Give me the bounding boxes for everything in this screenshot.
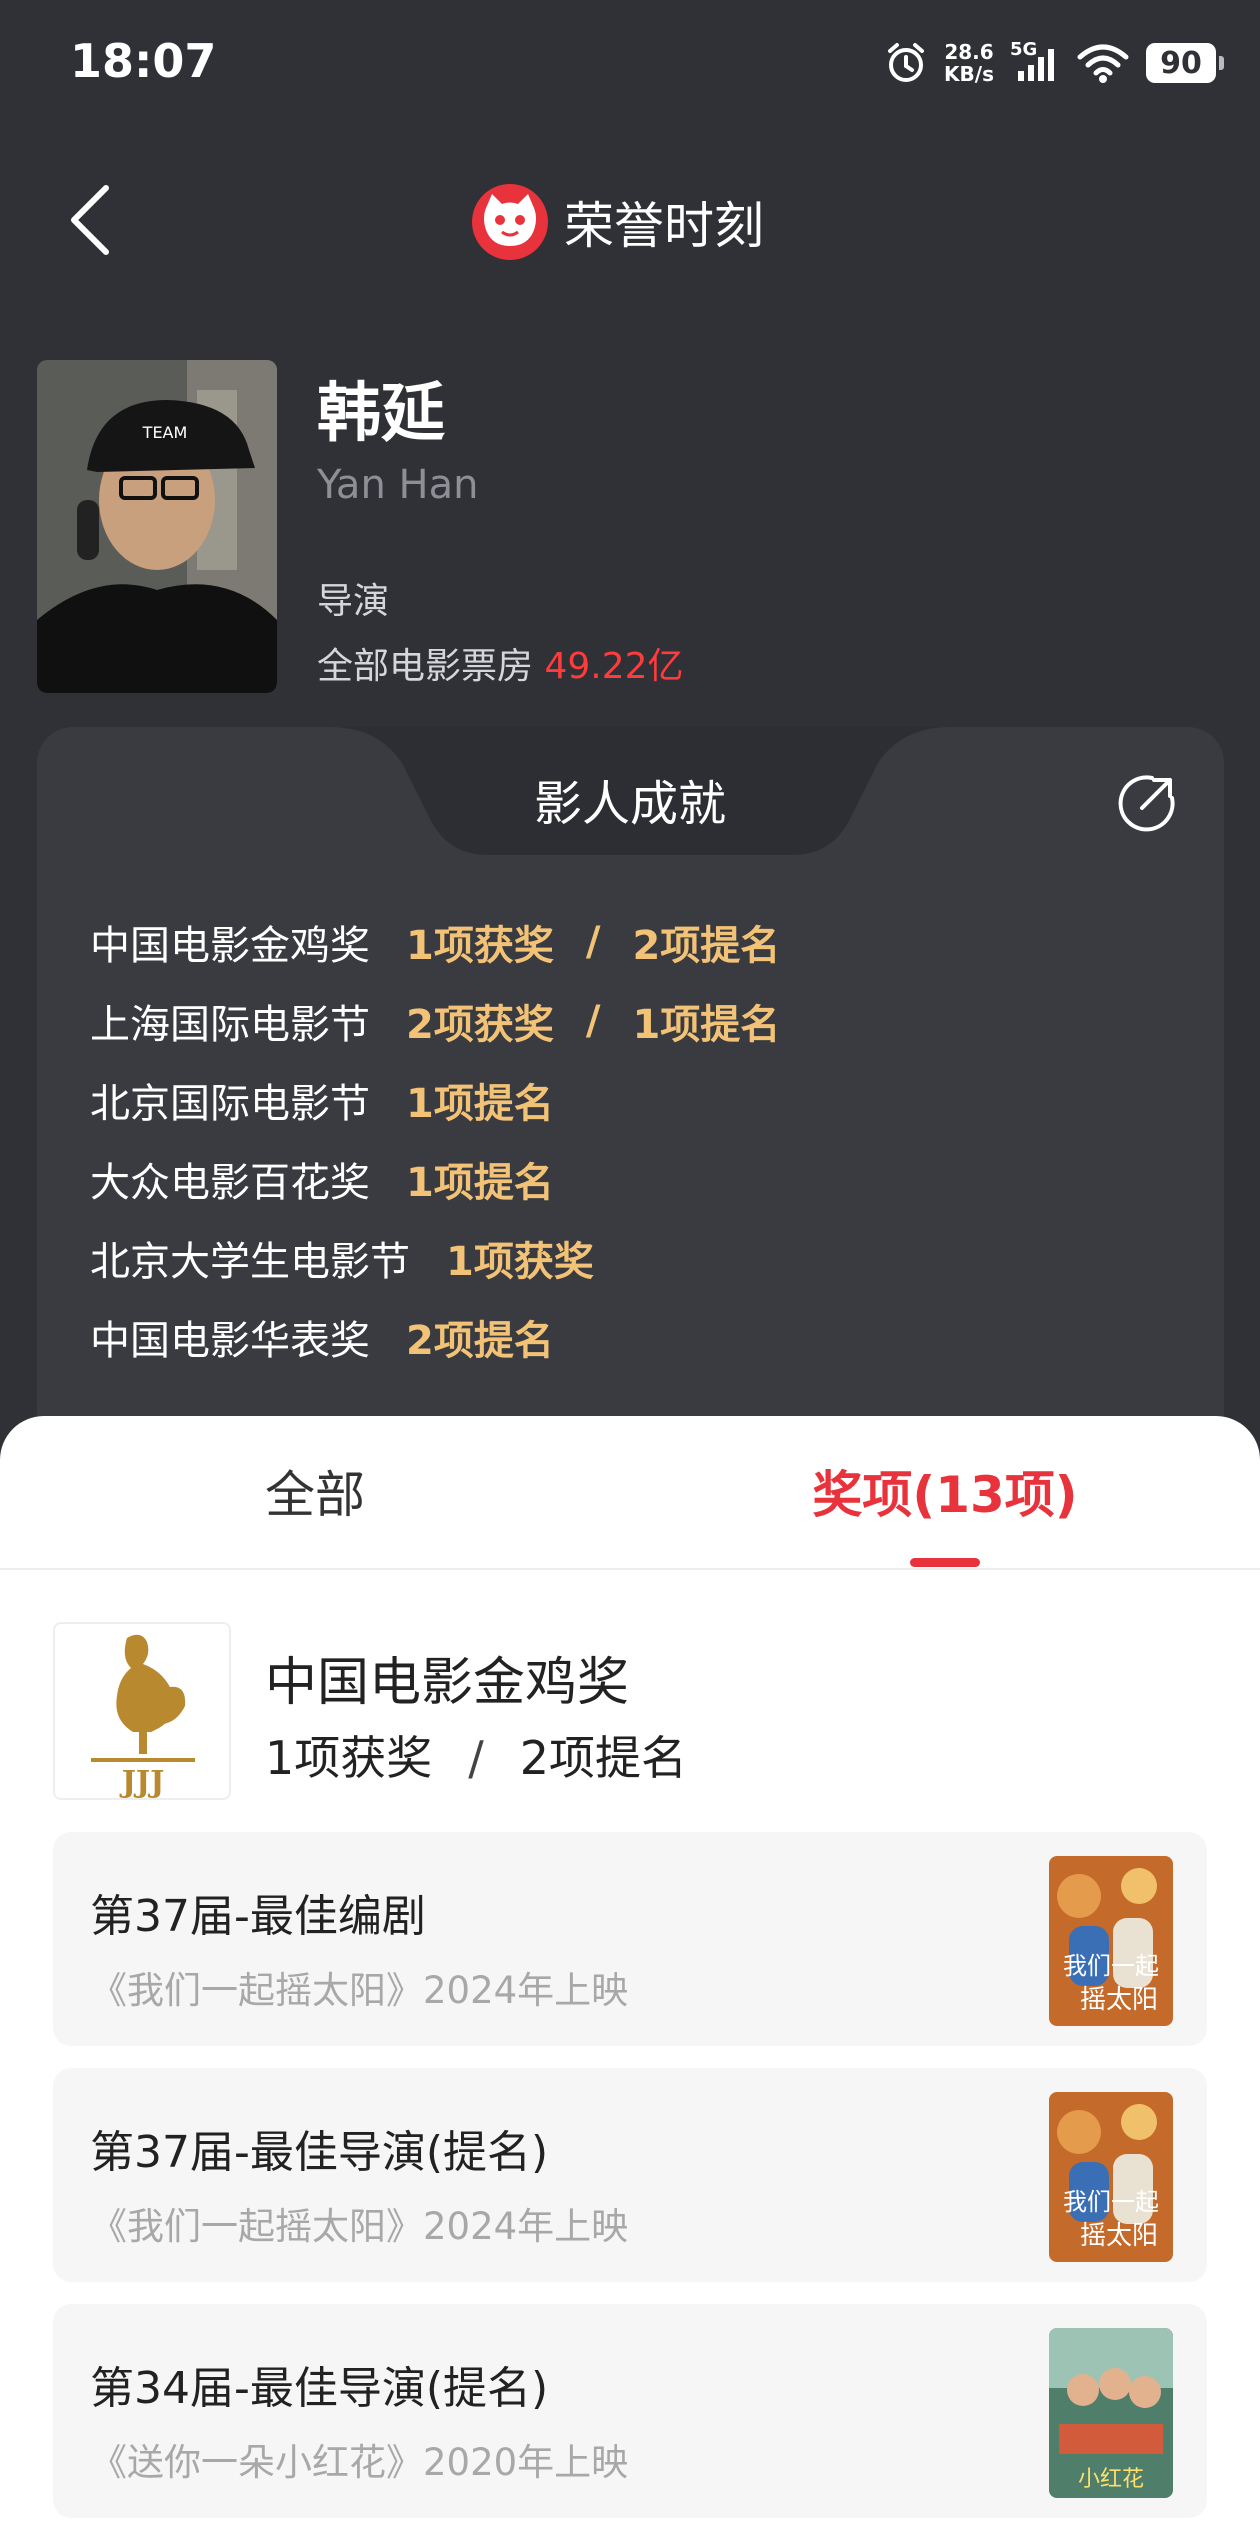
svg-text:我们一起: 我们一起 <box>1063 1952 1159 1980</box>
achievement-row: 北京国际电影节 1项提名 <box>90 1080 554 1127</box>
box-office-value: 49.22亿 <box>544 646 684 687</box>
network-speed: 28.6 KB/s <box>944 40 994 86</box>
festival-summary: 1项获奖/2项提名 <box>265 1731 688 1785</box>
award-film: 《我们一起摇太阳》2024年上映 <box>90 1969 629 2012</box>
award-title: 第37届-最佳导演(提名) <box>90 2127 549 2178</box>
svg-text:我们一起: 我们一起 <box>1063 2188 1159 2216</box>
achievement-row: 中国电影金鸡奖 1项获奖 / 2项提名 <box>90 918 781 969</box>
person-name: 韩延 <box>317 377 445 451</box>
person-english-name: Yan Han <box>317 462 479 508</box>
header-brand: 荣誉时刻 <box>470 182 764 262</box>
box-office-total: 全部电影票房 49.22亿 <box>317 646 684 687</box>
award-title: 第34届-最佳导演(提名) <box>90 2363 549 2414</box>
svg-text:TEAM: TEAM <box>142 423 188 442</box>
award-title: 第37届-最佳编剧 <box>90 1891 426 1942</box>
film-poster: 小红花 <box>1049 2328 1173 2498</box>
person-role: 导演 <box>317 581 390 622</box>
battery-indicator: 90 <box>1146 43 1224 83</box>
tab-divider <box>0 1568 1260 1570</box>
award-item[interactable]: 第37届-最佳编剧 《我们一起摇太阳》2024年上映 我们一起 摇太阳 <box>53 1832 1207 2046</box>
tab-awards[interactable]: 奖项(13项) <box>630 1455 1260 1527</box>
award-item[interactable]: 第34届-最佳导演(提名) 《送你一朵小红花》2020年上映 小红花 <box>53 2304 1207 2518</box>
svg-text:摇太阳: 摇太阳 <box>1080 1985 1158 2015</box>
film-poster: 我们一起 摇太阳 <box>1049 1856 1173 2026</box>
back-arrow-icon[interactable] <box>62 180 122 260</box>
svg-text:小红花: 小红花 <box>1078 2467 1144 2492</box>
achievement-row: 大众电影百花奖 1项提名 <box>90 1159 554 1206</box>
avatar: TEAM <box>37 360 277 693</box>
achievements-list: 中国电影金鸡奖 1项获奖 / 2项提名 上海国际电影节 2项获奖 / 1项提名 … <box>90 902 780 1376</box>
award-item[interactable]: 第37届-最佳导演(提名) 《我们一起摇太阳》2024年上映 我们一起 摇太阳 <box>53 2068 1207 2282</box>
status-time: 18:07 <box>70 34 217 88</box>
festival-name: 中国电影金鸡奖 <box>265 1653 630 1713</box>
page-title: 荣誉时刻 <box>564 197 764 255</box>
maoyan-cat-logo-icon <box>472 184 548 260</box>
tab-all[interactable]: 全部 <box>0 1455 630 1527</box>
svg-text:摇太阳: 摇太阳 <box>1080 2221 1158 2251</box>
active-tab-indicator <box>910 1558 980 1567</box>
status-icons: 28.6 KB/s 5G 90 <box>884 38 1224 88</box>
achievement-row: 上海国际电影节 2项获奖 / 1项提名 <box>90 997 781 1048</box>
achievements-title: 影人成就 <box>533 776 726 832</box>
alarm-icon <box>888 43 925 82</box>
golden-rooster-logo: JJJ <box>53 1622 231 1800</box>
wifi-icon <box>1077 44 1129 83</box>
signal-icon: 5G <box>1010 39 1060 85</box>
svg-text:JJJ: JJJ <box>119 1765 165 1798</box>
award-film: 《我们一起摇太阳》2024年上映 <box>90 2205 629 2248</box>
award-film: 《送你一朵小红花》2020年上映 <box>90 2441 629 2484</box>
film-poster: 我们一起 摇太阳 <box>1049 2092 1173 2262</box>
share-icon[interactable] <box>1118 772 1178 832</box>
achievement-row: 中国电影华表奖 2项提名 <box>90 1317 554 1364</box>
achievement-row: 北京大学生电影节 1项获奖 <box>90 1238 594 1285</box>
